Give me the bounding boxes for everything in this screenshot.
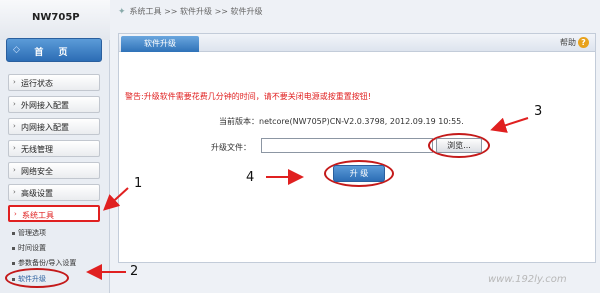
breadcrumb-text: 系统工具 >> 软件升级 >> 软件升级 xyxy=(129,7,263,16)
chevron-right-icon: › xyxy=(13,100,16,108)
tab-firmware-upgrade[interactable]: 软件升级 xyxy=(121,36,199,52)
sidebar-item-status[interactable]: › 运行状态 xyxy=(8,74,100,91)
version-value: netcore(NW705P)CN-V2.0.3798, 2012.09.19 … xyxy=(259,117,464,126)
chevron-right-icon: › xyxy=(13,78,16,86)
sidebar-item-label: 运行状态 xyxy=(21,79,53,88)
sub-item-label: 时间设置 xyxy=(18,244,46,252)
sidebar-item-wireless[interactable]: › 无线管理 xyxy=(8,140,100,157)
version-row: 当前版本：netcore(NW705P)CN-V2.0.3798, 2012.0… xyxy=(219,116,464,127)
highlight-ellipse-upgrade-menu xyxy=(5,268,69,288)
sparkle-icon: ✦ xyxy=(118,7,126,17)
sidebar-item-label: 内网接入配置 xyxy=(21,123,69,132)
help-icon: ? xyxy=(578,37,589,48)
chevron-right-icon: › xyxy=(13,122,16,130)
chevron-right-icon: › xyxy=(14,210,17,218)
bullet-icon xyxy=(12,246,15,250)
version-label: 当前版本： xyxy=(219,117,259,126)
help-link[interactable]: 帮助? xyxy=(560,37,589,48)
sub-item-label: 参数备份/导入设置 xyxy=(18,259,77,267)
annotation-4: 4 xyxy=(246,170,255,185)
home-label: 首 页 xyxy=(34,48,74,58)
sidebar-item-lan[interactable]: › 内网接入配置 xyxy=(8,118,100,135)
upgrade-button[interactable]: 升 级 xyxy=(333,165,385,182)
upgrade-file-input[interactable] xyxy=(261,138,433,153)
brand-logo: NW705P xyxy=(0,0,110,40)
bullet-icon xyxy=(12,231,15,235)
browse-button[interactable]: 浏览... xyxy=(436,138,482,153)
breadcrumb: ✦ 系统工具 >> 软件升级 >> 软件升级 xyxy=(118,6,263,17)
sub-item-management[interactable]: 管理选项 xyxy=(12,228,46,238)
sub-item-time[interactable]: 时间设置 xyxy=(12,243,46,253)
upgrade-panel: 软件升级 帮助? 警告:升级软件需要花费几分钟的时间，请不要关闭电源或按重置按钮… xyxy=(118,33,596,263)
sub-item-backup[interactable]: 参数备份/导入设置 xyxy=(12,258,76,268)
sidebar-item-label: 高级设置 xyxy=(21,189,53,198)
help-label: 帮助 xyxy=(560,38,576,47)
sidebar-item-advanced[interactable]: › 高级设置 xyxy=(8,184,100,201)
annotation-2: 2 xyxy=(130,264,139,279)
warning-text: 警告:升级软件需要花费几分钟的时间，请不要关闭电源或按重置按钮! xyxy=(125,92,371,101)
sidebar-item-security[interactable]: › 网络安全 xyxy=(8,162,100,179)
sub-item-label: 管理选项 xyxy=(18,229,46,237)
file-label: 升级文件： xyxy=(211,143,251,152)
home-button[interactable]: ◇ 首 页 xyxy=(6,38,102,62)
sidebar-item-label: 系统工具 xyxy=(22,211,54,220)
sidebar-item-label: 网络安全 xyxy=(21,167,53,176)
sidebar-item-system-tools[interactable]: › 系统工具 xyxy=(8,205,100,222)
sidebar-item-label: 外网接入配置 xyxy=(21,101,69,110)
annotation-1: 1 xyxy=(134,176,143,191)
chevron-right-icon: › xyxy=(13,144,16,152)
sidebar: NW705P ◇ 首 页 › 运行状态 › 外网接入配置 › 内网接入配置 › … xyxy=(0,0,110,293)
panel-header: 软件升级 帮助? xyxy=(119,34,595,52)
model-name: NW705P xyxy=(32,12,80,23)
annotation-3: 3 xyxy=(534,104,543,119)
chevron-right-icon: › xyxy=(13,188,16,196)
sidebar-item-wan[interactable]: › 外网接入配置 xyxy=(8,96,100,113)
bullet-icon xyxy=(12,261,15,265)
watermark: www.192ly.com xyxy=(488,274,567,285)
chevron-right-icon: › xyxy=(13,166,16,174)
sidebar-item-label: 无线管理 xyxy=(21,145,53,154)
